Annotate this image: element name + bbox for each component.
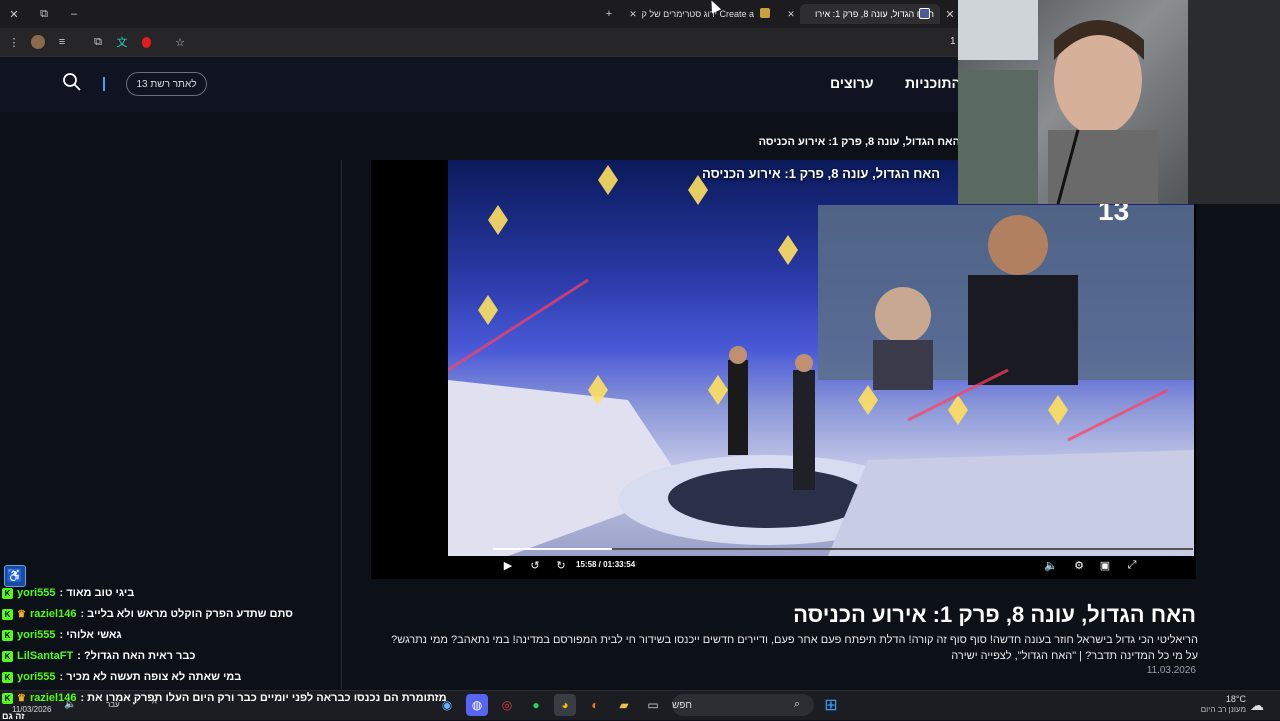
chat-message: K yori555 ביגי טוב מאוד : xyxy=(2,587,134,599)
nav-programs[interactable]: התוכניות xyxy=(905,75,961,91)
crown-badge-icon: ♛ xyxy=(17,692,26,704)
window-close-icon[interactable]: ✕ xyxy=(6,6,22,22)
kick-badge-icon: K xyxy=(2,587,13,599)
menu-kebab-icon[interactable]: ⋮ xyxy=(6,34,22,50)
crown-badge-icon: ♛ xyxy=(17,608,26,620)
search-icon[interactable] xyxy=(62,72,82,92)
chat-message: K yori555 גאשי אלוהי : xyxy=(2,629,122,641)
search-placeholder: חפש xyxy=(672,699,692,711)
volume-icon[interactable]: 🔈 xyxy=(1043,557,1059,573)
tab-favicon-icon xyxy=(760,8,770,18)
chat-username: raziel146 xyxy=(29,692,77,704)
header-separator xyxy=(103,77,105,91)
extension-record-icon[interactable] xyxy=(138,34,154,50)
video-overlay-title: האח הגדול, עונה 8, פרק 1: אירוע הכניסה xyxy=(701,166,940,181)
progress-fill xyxy=(493,548,612,550)
episode-date: 11.03.2026 xyxy=(1146,665,1196,676)
chat-text: במי שאתה לא צופה תעשה לא מכיר : xyxy=(59,671,242,683)
window-minimize-icon[interactable]: – xyxy=(66,6,82,22)
window-restore-icon[interactable]: ⧉ xyxy=(36,6,52,22)
weather-cloud-icon[interactable]: ☁ xyxy=(1250,697,1264,714)
file-explorer-taskbar-icon[interactable]: ▰ xyxy=(613,694,635,716)
profile-avatar[interactable] xyxy=(30,34,46,50)
video-frame[interactable]: 13 xyxy=(448,160,1194,556)
chat-message: K ♛ raziel146 סתם שתדע הפרק הוקלט מראש ו… xyxy=(2,608,293,620)
discord-taskbar-icon[interactable]: ◍ xyxy=(466,694,488,716)
chat-text: כבר ראית האח הגדול? : xyxy=(77,650,196,662)
spotify-taskbar-icon[interactable]: ● xyxy=(525,694,547,716)
picture-in-picture-icon[interactable]: ▣ xyxy=(1097,557,1113,573)
tab-label: האח הגדול, עונה 8, פרק 1: אירו xyxy=(815,9,934,19)
address-bar-edge[interactable]: 1 xyxy=(950,36,956,47)
extensions-icon[interactable]: ⧉ xyxy=(90,34,106,50)
chat-username: yori555 xyxy=(17,587,56,599)
chrome-taskbar-icon[interactable]: ◕ xyxy=(554,694,576,716)
kick-badge-icon: K xyxy=(2,692,13,704)
tab-close-icon[interactable]: ✕ xyxy=(626,6,640,22)
chat-text: ביגי טוב מאוד : xyxy=(59,587,135,599)
weather-temp[interactable]: 18°C xyxy=(1190,694,1246,704)
site-link-button[interactable]: לאתר רשת 13 xyxy=(126,72,207,96)
chat-username: raziel146 xyxy=(29,608,77,620)
taskbar-search-input[interactable]: חפש xyxy=(672,694,814,716)
breadcrumb: האח הגדול, עונה 8, פרק 1: אירוע הכניסה xyxy=(758,136,960,148)
forward-10-icon[interactable]: ↻ xyxy=(553,557,569,573)
kick-badge-icon: K xyxy=(2,650,13,662)
weather-description[interactable]: מעונן רב היום xyxy=(1170,705,1246,714)
obs-taskbar-icon[interactable]: ◎ xyxy=(496,694,518,716)
tab-label: Create a ירוג סטרימרים של קיק xyxy=(642,9,754,19)
windows-start-icon[interactable]: ⊞ xyxy=(820,694,842,716)
chat-text: מזתומרת הם נכנסו כבראה לפני יומיים כבר ו… xyxy=(80,692,447,704)
chat-username: yori555 xyxy=(17,671,56,683)
task-view-taskbar-icon[interactable]: ▭ xyxy=(642,694,664,716)
kick-badge-icon: K xyxy=(2,629,13,641)
tab-kick-streamers[interactable]: Create a ירוג סטרימרים של קיק xyxy=(642,4,754,24)
play-icon[interactable]: ▶ xyxy=(500,557,516,573)
firefox-taskbar-icon[interactable]: ◐ xyxy=(584,694,606,716)
video-time: 15:58 / 01:33:54 xyxy=(576,560,636,569)
progress-track[interactable] xyxy=(493,548,1193,550)
chat-username: yori555 xyxy=(17,629,56,641)
stage-scene-image: 13 xyxy=(448,165,1194,556)
tab-close-icon[interactable]: ✕ xyxy=(784,6,798,22)
fullscreen-icon[interactable]: ⤢ xyxy=(1124,557,1140,573)
chat-text: סתם שתדע הפרק הוקלט מראש ולא בלייב : xyxy=(80,608,293,620)
nav-channels[interactable]: ערוצים xyxy=(830,75,874,91)
settings-gear-icon[interactable]: ⚙ xyxy=(1071,557,1087,573)
kick-badge-icon: K xyxy=(2,608,13,620)
chat-message: K LilSantaFT כבר ראית האח הגדול? : xyxy=(2,650,196,662)
accessibility-icon[interactable]: ♿ xyxy=(4,565,26,587)
chat-text: גאשי אלוהי : xyxy=(59,629,122,641)
new-tab-button[interactable]: + xyxy=(601,6,617,22)
rewind-10-icon[interactable]: ↺ xyxy=(527,557,543,573)
kick-badge-icon: K xyxy=(2,671,13,683)
avatar-image xyxy=(31,35,45,49)
chat-message: K yori555 במי שאתה לא צופה תעשה לא מכיר … xyxy=(2,671,241,683)
episode-title: האח הגדול, עונה 8, פרק 1: אירוע הכניסה xyxy=(793,602,1196,627)
taskbar-search-icon: ⌕ xyxy=(794,698,801,710)
tab-favicon-icon xyxy=(919,8,930,19)
tab-close-icon[interactable]: ✕ xyxy=(943,6,957,22)
column-divider xyxy=(341,160,342,690)
extension-translate-icon[interactable]: 文 xyxy=(114,34,130,50)
chat-message: K ♛ raziel146 מזתומרת הם נכנסו כבראה לפנ… xyxy=(2,692,447,704)
chat-username: LilSantaFT xyxy=(17,650,74,662)
bookmark-star-icon[interactable]: ☆ xyxy=(172,34,188,50)
webcam-image xyxy=(958,0,1280,204)
episode-description: הריאליטי הכי גדול בישראל חוזר בעונה חדשה… xyxy=(391,634,1198,662)
reading-list-icon[interactable]: ≡ xyxy=(54,34,70,50)
webcam-overlay xyxy=(958,0,1280,204)
taskbar-date[interactable]: 11/03/2026 xyxy=(12,705,51,714)
